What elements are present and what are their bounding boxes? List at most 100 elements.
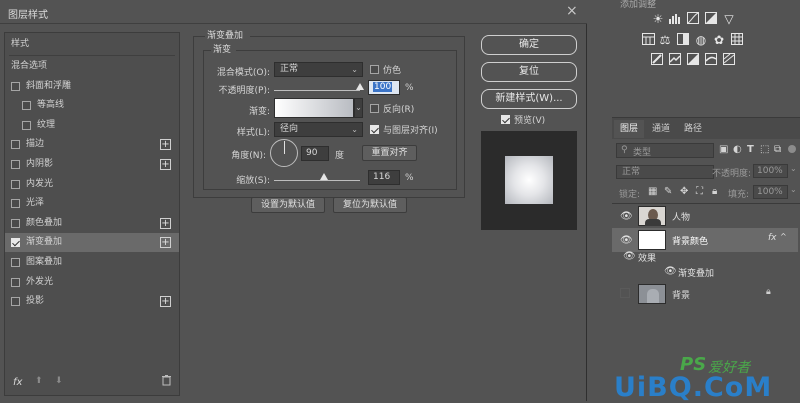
scale-slider-track[interactable] xyxy=(274,180,360,181)
style-item-checkbox[interactable] xyxy=(22,101,31,111)
layer-row-person[interactable]: 👁︎ 人物 xyxy=(612,204,798,228)
layer-row-background-color[interactable]: 👁︎ 背景颜色 fx ^ xyxy=(612,228,798,252)
layer-name[interactable]: 背景 xyxy=(672,288,690,301)
scale-slider-thumb[interactable] xyxy=(319,173,328,180)
trash-icon[interactable] xyxy=(162,375,171,386)
style-item-checkbox[interactable] xyxy=(11,277,20,287)
style-item-checkbox[interactable] xyxy=(11,140,20,150)
threshold-icon[interactable] xyxy=(686,53,700,68)
style-item-7[interactable]: 内发光 xyxy=(5,175,179,194)
style-item-checkbox[interactable] xyxy=(11,258,20,267)
fx-icon[interactable]: fx xyxy=(13,377,22,388)
style-item-2[interactable]: 斜面和浮雕 xyxy=(5,77,179,96)
opacity-slider-track[interactable] xyxy=(274,90,360,91)
visibility-empty-box[interactable] xyxy=(620,288,630,298)
tab-layers[interactable]: 图层 xyxy=(614,120,644,138)
selective-color-icon[interactable] xyxy=(722,53,736,68)
style-item-checkbox[interactable] xyxy=(11,81,20,91)
new-style-button[interactable]: 新建样式(W)... xyxy=(481,89,577,109)
gradient-picker-chevron-icon[interactable]: ⌄ xyxy=(354,98,363,118)
reset-alignment-button[interactable]: 重置对齐 xyxy=(362,145,417,161)
style-item-1[interactable]: 混合选项 xyxy=(5,57,179,76)
style-item-6[interactable]: 内阴影 + xyxy=(5,155,179,174)
chevron-down-icon[interactable]: ⌄ xyxy=(790,164,797,173)
arrow-up-icon[interactable]: ⬆ xyxy=(35,376,43,386)
scale-input[interactable]: 116 xyxy=(368,170,400,185)
fill-input[interactable]: 100% xyxy=(753,185,788,199)
style-item-checkbox[interactable] xyxy=(22,120,31,130)
style-list-header[interactable]: 样式 xyxy=(5,35,179,54)
tab-paths[interactable]: 路径 xyxy=(678,120,708,138)
layer-opacity-input[interactable]: 100% xyxy=(753,164,788,178)
reset-button[interactable]: 复位 xyxy=(481,62,577,82)
tab-channels[interactable]: 通道 xyxy=(646,120,676,138)
visibility-eye-icon[interactable]: 👁︎ xyxy=(623,251,636,262)
filter-pixel-icon[interactable]: ▣ xyxy=(719,144,728,155)
filter-shape-icon[interactable]: ⬚ xyxy=(760,144,769,155)
curves-icon[interactable] xyxy=(686,12,700,27)
add-effect-plus-icon[interactable]: + xyxy=(160,139,171,151)
style-item-checkbox[interactable] xyxy=(11,160,20,169)
dither-checkbox[interactable] xyxy=(370,65,379,74)
gradient-style-select[interactable]: 径向 ⌄ xyxy=(274,122,363,137)
style-item-12[interactable]: 外发光 xyxy=(5,273,179,292)
opacity-input[interactable]: 100 xyxy=(368,80,400,95)
visibility-eye-icon[interactable]: 👁︎ xyxy=(620,235,633,246)
filter-type-icon[interactable]: T xyxy=(747,144,754,155)
layer-name[interactable]: 人物 xyxy=(672,210,690,223)
make-default-button[interactable]: 设置为默认值 xyxy=(251,197,325,213)
angle-dial[interactable] xyxy=(270,139,298,167)
black-white-icon[interactable] xyxy=(676,33,690,48)
style-item-10[interactable]: 渐变叠加 + xyxy=(5,233,179,253)
style-item-9[interactable]: 颜色叠加 + xyxy=(5,214,179,233)
effect-gradient-overlay-label[interactable]: 渐变叠加 xyxy=(678,266,714,279)
filter-smart-object-icon[interactable]: ⧉ xyxy=(774,144,781,155)
add-effect-plus-icon[interactable]: + xyxy=(160,217,171,229)
add-effect-plus-icon[interactable]: + xyxy=(160,296,171,308)
lock-image-icon[interactable]: ✎ xyxy=(664,186,672,197)
ok-button[interactable]: 确定 xyxy=(481,35,577,55)
filter-toggle-icon[interactable] xyxy=(788,145,796,153)
style-item-13[interactable]: 投影 + xyxy=(5,292,179,311)
layer-name[interactable]: 背景颜色 xyxy=(672,234,708,247)
lock-all-icon[interactable]: 🔒︎ xyxy=(712,186,717,197)
filter-adjustment-icon[interactable]: ◐ xyxy=(733,144,742,155)
lock-position-icon[interactable]: ✥ xyxy=(680,186,688,197)
lock-icon[interactable]: 🔒︎ xyxy=(766,287,771,297)
add-effect-plus-icon[interactable]: + xyxy=(160,159,171,170)
chevron-up-icon[interactable]: ^ xyxy=(780,232,787,241)
layer-blend-mode-select[interactable]: 正常 xyxy=(616,165,714,179)
style-item-11[interactable]: 图案叠加 xyxy=(5,253,179,272)
hue-saturation-icon[interactable] xyxy=(641,33,655,48)
gradient-swatch[interactable] xyxy=(274,98,354,118)
layer-filter-select[interactable]: ⚲ 类型 xyxy=(616,143,714,158)
invert-icon[interactable] xyxy=(650,53,664,68)
chevron-down-icon[interactable]: ⌄ xyxy=(790,185,797,194)
style-item-8[interactable]: 光泽 xyxy=(5,194,179,213)
add-effect-plus-icon[interactable]: + xyxy=(160,237,171,249)
fx-badge-icon[interactable]: fx xyxy=(768,233,777,243)
style-item-3[interactable]: 等高线 xyxy=(5,96,179,115)
arrow-down-icon[interactable]: ⬇ xyxy=(55,376,63,386)
brightness-icon[interactable]: ☀ xyxy=(651,12,665,26)
style-item-5[interactable]: 描边 + xyxy=(5,135,179,154)
style-item-checkbox[interactable] xyxy=(11,238,20,248)
levels-icon[interactable] xyxy=(668,12,682,27)
angle-input[interactable]: 90 xyxy=(301,146,329,161)
opacity-slider-thumb[interactable] xyxy=(356,83,364,90)
align-with-layer-checkbox[interactable] xyxy=(370,125,379,134)
reverse-checkbox[interactable] xyxy=(370,104,379,113)
photo-filter-icon[interactable]: ◍ xyxy=(694,33,708,47)
style-item-checkbox[interactable] xyxy=(11,179,20,189)
gradient-map-icon[interactable] xyxy=(704,53,718,68)
style-item-checkbox[interactable] xyxy=(11,297,20,307)
color-lookup-icon[interactable] xyxy=(730,33,744,48)
color-balance-icon[interactable]: ⚖ xyxy=(658,33,672,47)
exposure-icon[interactable] xyxy=(704,12,718,27)
visibility-eye-icon[interactable]: 👁︎ xyxy=(664,266,677,277)
visibility-eye-icon[interactable]: 👁︎ xyxy=(620,211,633,222)
style-item-4[interactable]: 纹理 xyxy=(5,116,179,135)
lock-transparent-icon[interactable]: ▦ xyxy=(648,186,657,197)
channel-mixer-icon[interactable]: ✿ xyxy=(712,33,726,47)
style-item-checkbox[interactable] xyxy=(11,199,20,209)
